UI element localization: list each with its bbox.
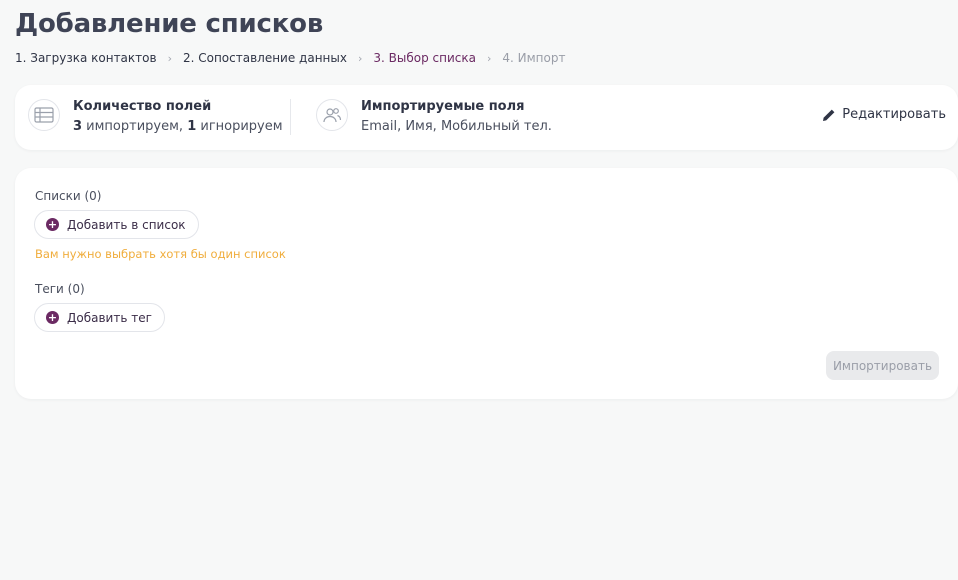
breadcrumb: 1. Загрузка контактов › 2. Сопоставление… bbox=[15, 51, 565, 65]
summary-divider bbox=[290, 99, 291, 135]
breadcrumb-step-3: 3. Выбор списка bbox=[373, 51, 476, 65]
list-required-warning: Вам нужно выбрать хотя бы один список bbox=[35, 247, 286, 261]
breadcrumb-step-2[interactable]: 2. Сопоставление данных bbox=[183, 51, 347, 65]
imported-fields-title: Импортируемые поля bbox=[361, 99, 525, 114]
tags-label: Теги (0) bbox=[35, 282, 85, 296]
imported-fields-value: Email, Имя, Мобильный тел. bbox=[361, 119, 552, 134]
add-to-list-label: Добавить в список bbox=[67, 217, 186, 232]
imported-text: импортируем, bbox=[82, 119, 188, 134]
ignored-text: игнорируем bbox=[196, 119, 283, 134]
table-icon bbox=[28, 99, 60, 131]
import-summary-card: Количество полей 3 импортируем, 1 игнори… bbox=[15, 85, 958, 150]
lists-label: Списки (0) bbox=[35, 189, 102, 203]
plus-circle-icon: + bbox=[46, 218, 59, 231]
fields-count-title: Количество полей bbox=[73, 99, 212, 114]
imported-count: 3 bbox=[73, 119, 83, 134]
page-title: Добавление списков bbox=[15, 9, 324, 39]
edit-button-label: Редактировать bbox=[842, 107, 946, 122]
chevron-right-icon: › bbox=[357, 51, 363, 65]
plus-circle-icon: + bbox=[46, 311, 59, 324]
edit-button[interactable]: Редактировать bbox=[822, 107, 946, 122]
chevron-right-icon: › bbox=[486, 51, 492, 65]
ignored-count: 1 bbox=[187, 119, 197, 134]
add-to-list-button[interactable]: + Добавить в список bbox=[34, 210, 199, 239]
add-tag-button[interactable]: + Добавить тег bbox=[34, 303, 165, 332]
breadcrumb-step-4: 4. Импорт bbox=[502, 51, 566, 65]
add-tag-label: Добавить тег bbox=[67, 310, 152, 325]
import-button[interactable]: Импортировать bbox=[826, 351, 939, 380]
pencil-icon bbox=[823, 109, 835, 121]
list-selection-card: Списки (0) + Добавить в список Вам нужно… bbox=[15, 168, 958, 399]
users-icon bbox=[316, 99, 348, 131]
breadcrumb-step-1[interactable]: 1. Загрузка контактов bbox=[15, 51, 157, 65]
chevron-right-icon: › bbox=[167, 51, 172, 65]
fields-count-value: 3 импортируем, 1 игнорируем bbox=[73, 119, 283, 134]
